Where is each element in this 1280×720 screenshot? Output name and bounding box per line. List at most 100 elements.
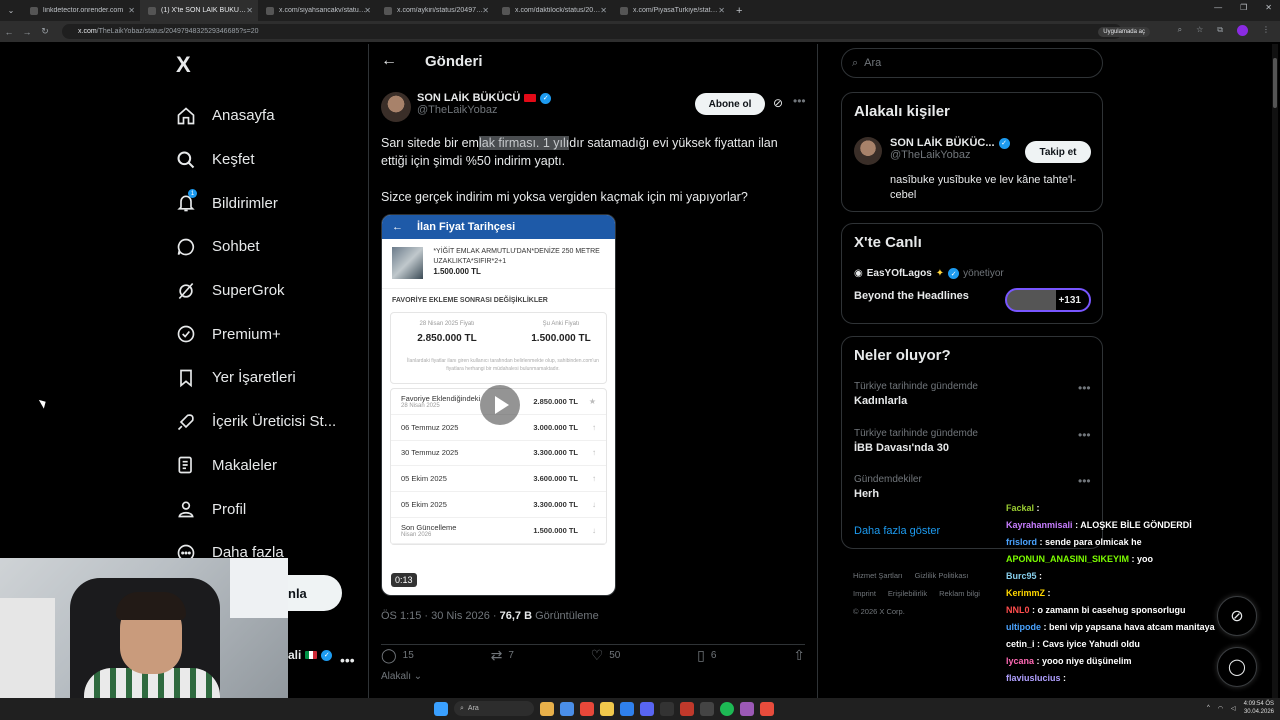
browser-tab[interactable]: x.com/aykiri/status/2049757598✕ <box>376 0 494 21</box>
chat-message: Kayrahanmisali : ALOŞKE BİLE GÖNDERDİ <box>1006 520 1192 530</box>
trend-item[interactable]: Gündemdekiler Herh <box>854 474 922 500</box>
nav-item-chat[interactable]: Sohbet <box>176 225 336 269</box>
subscribe-button[interactable]: Abone ol <box>695 93 765 115</box>
browser-tab[interactable]: x.com/daktilock/status/20495 ✕ <box>494 0 612 21</box>
play-button-icon[interactable] <box>480 385 520 425</box>
minimize-icon[interactable]: — <box>1214 3 1222 12</box>
page-scrollbar[interactable] <box>1272 44 1278 698</box>
star-icon[interactable]: ☆ <box>1196 25 1203 36</box>
footer-link[interactable]: Imprint <box>853 589 876 598</box>
discord-icon[interactable] <box>640 701 654 716</box>
window-close-icon[interactable]: ✕ <box>1265 3 1272 12</box>
taskbar-search[interactable]: ⌕ Ara <box>454 701 534 716</box>
forward-nav-icon[interactable]: → <box>18 27 36 37</box>
bookmark-button[interactable]: ▯ 6 <box>697 647 716 664</box>
copilot-icon[interactable] <box>560 701 574 716</box>
app-icon[interactable] <box>680 701 694 716</box>
author-name[interactable]: SON LAİK BÜKÜCÜ <box>417 92 520 104</box>
browser-tab[interactable]: x.com/siyahsancakv/status/204 ✕ <box>258 0 376 21</box>
nav-item-premium[interactable]: Premium+ <box>176 312 336 356</box>
back-arrow-icon[interactable]: ← <box>381 52 397 70</box>
spotify-icon[interactable] <box>720 701 734 716</box>
app-icon[interactable] <box>740 701 754 716</box>
live-host: ◉ EasYOfLagos ✦ ✓ yönetiyor <box>854 268 1004 279</box>
extensions-icon[interactable]: ⧉ <box>1217 25 1223 36</box>
scrollbar-thumb[interactable] <box>1273 58 1277 108</box>
volume-icon[interactable]: ◁ <box>1231 705 1236 712</box>
url-field[interactable]: x.com/TheLaikYobaz/status/20497948325293… <box>62 24 1150 39</box>
nav-item-explore[interactable]: Keşfet <box>176 138 336 182</box>
nav-item-articles[interactable]: Makaleler <box>176 444 336 488</box>
live-listener-count[interactable]: +131 <box>1005 288 1091 312</box>
author-avatar[interactable] <box>381 92 411 122</box>
open-in-app-button[interactable]: Uygulamada aç <box>1098 26 1150 37</box>
follow-button[interactable]: Takip et <box>1025 141 1091 163</box>
footer-link[interactable]: Hizmet Şartları <box>853 571 903 580</box>
wifi-icon[interactable]: ◠ <box>1218 705 1223 712</box>
new-tab-icon[interactable]: + <box>736 5 742 17</box>
grok-float-button[interactable]: ⊘ <box>1217 596 1257 636</box>
nav-item-home[interactable]: Anasayfa <box>176 94 336 138</box>
favicon-icon <box>266 6 274 15</box>
webcam-person-hair <box>116 592 186 620</box>
related-user-avatar[interactable] <box>854 137 882 165</box>
x-live-panel[interactable]: X'te Canlı ◉ EasYOfLagos ✦ ✓ yönetiyor Beyon… <box>841 223 1103 324</box>
footer-link[interactable]: Gizlilik Politikası <box>915 571 969 580</box>
app-icon[interactable] <box>760 701 774 716</box>
browser-tab-active[interactable]: (1) X'te SON LAİK BÜKÜCÜ 'te ✕ <box>140 0 258 21</box>
app-icon[interactable] <box>660 701 674 716</box>
messages-float-button[interactable]: ◯ <box>1217 647 1257 687</box>
clock[interactable]: 4:09:54 ÖS 30.04.2026 <box>1244 700 1274 716</box>
trend-item[interactable]: Türkiye tarihinde gündemde Kadınlarla <box>854 381 978 407</box>
nav-item-profile[interactable]: Profil <box>176 487 336 531</box>
maximize-icon[interactable]: ❐ <box>1240 3 1247 12</box>
browser-tab[interactable]: linkdetector.onrender.com ✕ <box>22 0 140 21</box>
like-button[interactable]: ♡ 50 <box>591 647 621 664</box>
trend-more-icon[interactable]: ••• <box>1078 474 1091 488</box>
related-user[interactable]: SON LAİK BÜKÜC... ✓ @TheLaikYobaz <box>854 137 1010 165</box>
reload-icon[interactable]: ↻ <box>36 26 54 37</box>
reply-sort-dropdown[interactable]: Alakalı ⌄ <box>381 671 422 682</box>
trend-more-icon[interactable]: ••• <box>1078 428 1091 442</box>
x-logo[interactable]: X <box>176 52 191 78</box>
repost-button[interactable]: ⇄ 7 <box>491 647 514 664</box>
footer-link[interactable]: Reklam bilgi <box>939 589 980 598</box>
browser-tab[interactable]: x.com/PiyasaTurkiye/status/204✕ <box>612 0 730 21</box>
close-icon[interactable]: ✕ <box>364 6 371 15</box>
footer-link[interactable]: Erişilebilirlik <box>888 589 927 598</box>
account-more-icon[interactable]: ••• <box>340 652 355 668</box>
share-button[interactable]: ⇧ <box>793 647 805 664</box>
back-nav-icon[interactable]: ← <box>0 27 18 37</box>
nav-item-creator-studio[interactable]: İçerik Üreticisi St... <box>176 400 336 444</box>
post-more-icon[interactable]: ••• <box>793 94 806 108</box>
tab-search-icon[interactable]: ⌄ <box>0 0 22 21</box>
account-switcher[interactable]: ali ✓ <box>288 648 333 662</box>
close-icon[interactable]: ✕ <box>482 6 489 15</box>
profile-avatar-icon[interactable] <box>1237 25 1248 36</box>
store-icon[interactable] <box>620 701 634 716</box>
browser-menu-icon[interactable]: ⋮ <box>1262 25 1270 36</box>
search-input[interactable]: ⌕ Ara <box>841 48 1103 78</box>
trend-item[interactable]: Türkiye tarihinde gündemde İBB Davası'nda… <box>854 428 978 454</box>
close-icon[interactable]: ✕ <box>718 6 725 15</box>
show-more-link[interactable]: Daha fazla göster <box>854 525 940 537</box>
trend-more-icon[interactable]: ••• <box>1078 381 1091 395</box>
app-icon[interactable] <box>700 701 714 716</box>
post-video[interactable]: ← İlan Fiyat Tarihçesi *YİĞİT EMLAK ARMUT… <box>381 214 616 596</box>
widgets-icon[interactable] <box>540 701 554 716</box>
zoom-icon[interactable]: ⌕ <box>1178 25 1182 36</box>
close-icon[interactable]: ✕ <box>128 6 135 15</box>
nav-item-notifications[interactable]: 1 Bildirimler <box>176 181 336 225</box>
nav-item-bookmarks[interactable]: Yer İşaretleri <box>176 356 336 400</box>
chrome-icon[interactable] <box>580 701 594 716</box>
reply-button[interactable]: ◯ 15 <box>381 647 414 664</box>
close-icon[interactable]: ✕ <box>600 6 607 15</box>
windows-start-icon[interactable] <box>434 701 448 716</box>
author-handle[interactable]: @TheLaikYobaz <box>417 104 551 116</box>
tray-chevron-icon[interactable]: ^ <box>1207 705 1210 711</box>
close-icon[interactable]: ✕ <box>246 6 253 15</box>
grok-explain-icon[interactable]: ⊘ <box>773 96 783 110</box>
post-author[interactable]: SON LAİK BÜKÜCÜ ✓ @TheLaikYobaz <box>381 92 552 122</box>
file-explorer-icon[interactable] <box>600 701 614 716</box>
nav-item-supergrok[interactable]: SuperGrok <box>176 269 336 313</box>
